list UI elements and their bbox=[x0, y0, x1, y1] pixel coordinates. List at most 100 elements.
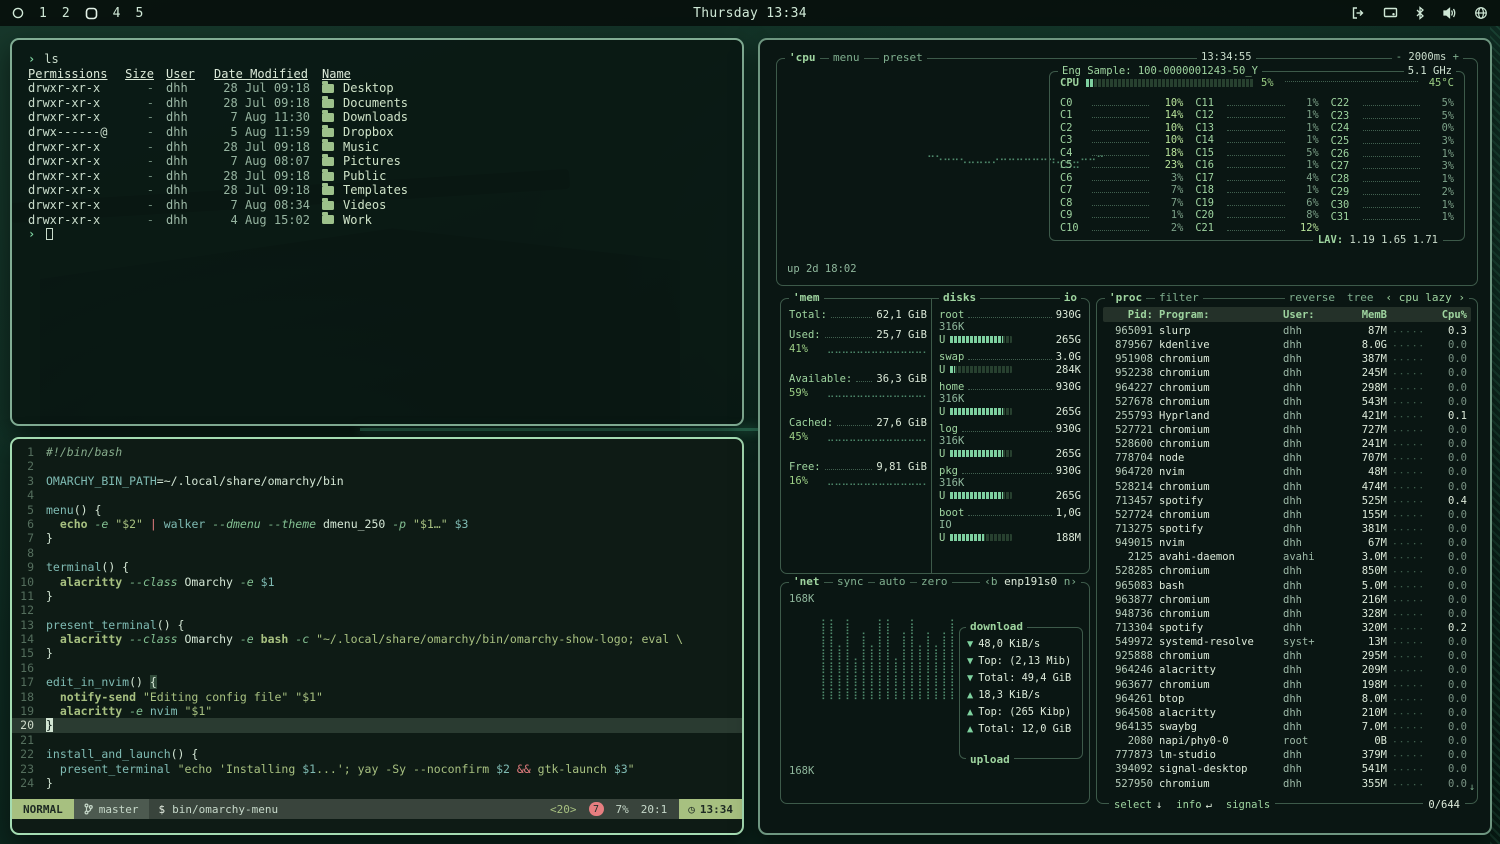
footer-info-button[interactable]: info↵ bbox=[1176, 799, 1212, 811]
disk-used-value: 188M bbox=[1056, 532, 1081, 544]
core-percent: 7% bbox=[1153, 184, 1183, 196]
ls-name[interactable]: Documents bbox=[322, 96, 726, 111]
process-row[interactable]: 527721chromiumdhh727M⠄⠄⠄⠄⠄⠄⠄0.0 bbox=[1103, 423, 1471, 437]
process-row[interactable]: 925888chromiumdhh295M⠄⠄⠄⠄⠄⠄⠄0.0 bbox=[1103, 649, 1471, 663]
process-pid: 964720 bbox=[1107, 466, 1153, 478]
process-name: chromium bbox=[1159, 481, 1277, 493]
process-row[interactable]: 949015nvimdhh67M⠄⠄⠄⠄⠄⠄⠄0.0 bbox=[1103, 536, 1471, 550]
process-row[interactable]: 549972systemd-resolvesyst+13M⠄⠄⠄⠄⠄⠄⠄0.0 bbox=[1103, 635, 1471, 649]
ls-row: drwxr-xr-x-dhh28 Jul 09:18Music bbox=[28, 140, 726, 155]
screenshare-icon[interactable] bbox=[1383, 6, 1398, 20]
reverse-button[interactable]: reverse bbox=[1289, 291, 1335, 304]
workspace-5[interactable]: 5 bbox=[135, 6, 143, 21]
process-cpu: 0.0 bbox=[1433, 537, 1467, 549]
process-row[interactable]: 527950chromiumdhh355M⠄⠄⠄⠄⠄⠄⠄0.0 bbox=[1103, 777, 1471, 791]
interval-decrease-button[interactable]: - bbox=[1396, 51, 1402, 63]
ls-name[interactable]: Music bbox=[322, 140, 726, 155]
footer-select-button[interactable]: select↓ bbox=[1114, 799, 1162, 811]
btop-window[interactable]: 'cpu menu preset 13:34:55 - 2000ms + ⠉⠑⠒… bbox=[758, 38, 1492, 835]
disk-name: home bbox=[939, 381, 964, 393]
process-row[interactable]: 964508alacrittydhh210M⠄⠄⠄⠄⠄⠄⠄0.0 bbox=[1103, 706, 1471, 720]
mem-box-title[interactable]: 'mem bbox=[789, 291, 824, 304]
process-row[interactable]: 713304spotifydhh320M⠄⠄⠄⠄⠄⠄⠄0.2 bbox=[1103, 621, 1471, 635]
tree-button[interactable]: tree bbox=[1347, 291, 1374, 304]
code-area[interactable]: 1#!/bin/bash2 3OMARCHY_BIN_PATH=~/.local… bbox=[12, 445, 742, 799]
footer-signals-button[interactable]: signals bbox=[1226, 799, 1270, 811]
logout-icon[interactable] bbox=[1351, 6, 1366, 20]
net-sync-button[interactable]: sync bbox=[833, 575, 868, 588]
proc-box-title[interactable]: 'proc bbox=[1105, 291, 1146, 304]
process-row[interactable]: 2125avahi-daemonavahi3.0M⠄⠄⠄⠄⠄⠄⠄0.0 bbox=[1103, 550, 1471, 564]
clock[interactable]: Thursday 13:34 bbox=[420, 6, 1080, 21]
cpu-box-title[interactable]: 'cpu bbox=[785, 51, 820, 64]
process-row[interactable]: 527724chromiumdhh155M⠄⠄⠄⠄⠄⠄⠄0.0 bbox=[1103, 508, 1471, 522]
process-row[interactable]: 713275spotifydhh381M⠄⠄⠄⠄⠄⠄⠄0.0 bbox=[1103, 522, 1471, 536]
process-cpu: 0.0 bbox=[1433, 679, 1467, 691]
terminal-cursor bbox=[46, 228, 53, 240]
io-title[interactable]: io bbox=[1060, 291, 1081, 304]
process-row[interactable]: 964135swaybgdhh7.0M⠄⠄⠄⠄⠄⠄⠄0.0 bbox=[1103, 720, 1471, 734]
process-row[interactable]: 951908chromiumdhh387M⠄⠄⠄⠄⠄⠄⠄0.0 bbox=[1103, 352, 1471, 366]
process-row[interactable]: 964261btopdhh8.0M⠄⠄⠄⠄⠄⠄⠄0.0 bbox=[1103, 692, 1471, 706]
net-interface-selector[interactable]: ‹b enp191s0 n› bbox=[980, 575, 1081, 588]
scroll-down-icon[interactable]: ↓ bbox=[1469, 782, 1475, 793]
process-row[interactable]: 713457spotifydhh525M⠄⠄⠄⠄⠄⠄⠄0.4 bbox=[1103, 494, 1471, 508]
workspace-active-icon[interactable] bbox=[85, 7, 98, 20]
process-row[interactable]: 528214chromiumdhh474M⠄⠄⠄⠄⠄⠄⠄0.0 bbox=[1103, 480, 1471, 494]
process-row[interactable]: 965083bashdhh5.0M⠄⠄⠄⠄⠄⠄⠄0.0 bbox=[1103, 579, 1471, 593]
ls-name[interactable]: Videos bbox=[322, 198, 726, 213]
disks-title[interactable]: disks bbox=[939, 291, 980, 304]
workspace-1[interactable]: 1 bbox=[39, 6, 47, 21]
process-row[interactable]: 963677chromiumdhh198M⠄⠄⠄⠄⠄⠄⠄0.0 bbox=[1103, 678, 1471, 692]
sort-selector[interactable]: ‹ cpu lazy › bbox=[1386, 291, 1465, 304]
ls-user: dhh bbox=[166, 213, 202, 228]
core-percent: 1% bbox=[1424, 173, 1454, 185]
filter-button[interactable]: filter bbox=[1155, 291, 1203, 304]
process-row[interactable]: 2080napi/phy0-0root0B⠄⠄⠄⠄⠄⠄⠄0.0 bbox=[1103, 734, 1471, 748]
ls-name[interactable]: Downloads bbox=[322, 110, 726, 125]
process-row[interactable]: 528285chromiumdhh850M⠄⠄⠄⠄⠄⠄⠄0.0 bbox=[1103, 564, 1471, 578]
process-row[interactable]: 963877chromiumdhh216M⠄⠄⠄⠄⠄⠄⠄0.0 bbox=[1103, 593, 1471, 607]
interval-increase-button[interactable]: + bbox=[1453, 51, 1459, 63]
process-row[interactable]: 964246alacrittydhh209M⠄⠄⠄⠄⠄⠄⠄0.0 bbox=[1103, 663, 1471, 677]
process-row[interactable]: 528600chromiumdhh241M⠄⠄⠄⠄⠄⠄⠄0.0 bbox=[1103, 437, 1471, 451]
process-row[interactable]: 527678chromiumdhh543M⠄⠄⠄⠄⠄⠄⠄0.0 bbox=[1103, 395, 1471, 409]
disk-entry: boot1,0GIOU188M bbox=[939, 507, 1081, 544]
process-row[interactable]: 964720nvimdhh48M⠄⠄⠄⠄⠄⠄⠄0.0 bbox=[1103, 465, 1471, 479]
ls-name[interactable]: Desktop bbox=[322, 81, 726, 96]
ls-name[interactable]: Dropbox bbox=[322, 125, 726, 140]
process-row[interactable]: 394092signal-desktopdhh541M⠄⠄⠄⠄⠄⠄⠄0.0 bbox=[1103, 762, 1471, 776]
code-text: echo -e "$2" | walker --dmenu --theme dm… bbox=[46, 517, 468, 531]
net-auto-button[interactable]: auto bbox=[875, 575, 910, 588]
process-cpu: 0.3 bbox=[1433, 325, 1467, 337]
process-row[interactable]: 948736chromiumdhh328M⠄⠄⠄⠄⠄⠄⠄0.0 bbox=[1103, 607, 1471, 621]
process-name: avahi-daemon bbox=[1159, 551, 1277, 563]
process-row[interactable]: 879567kdenlivedhh8.0G⠄⠄⠄⠄⠄⠄⠄0.0 bbox=[1103, 338, 1471, 352]
process-row[interactable]: 778704nodedhh707M⠄⠄⠄⠄⠄⠄⠄0.0 bbox=[1103, 451, 1471, 465]
bluetooth-icon[interactable] bbox=[1415, 6, 1425, 20]
cpu-core: C235% bbox=[1331, 110, 1454, 123]
ls-user: dhh bbox=[166, 183, 202, 198]
net-zero-button[interactable]: zero bbox=[917, 575, 952, 588]
ls-name[interactable]: Templates bbox=[322, 183, 726, 198]
ls-name[interactable]: Work bbox=[322, 213, 726, 228]
preset-button[interactable]: preset bbox=[879, 51, 927, 64]
volume-icon[interactable] bbox=[1442, 6, 1457, 20]
workspace-4[interactable]: 4 bbox=[113, 6, 121, 21]
terminal-window[interactable]: ›ls Permissions Size User Date Modified … bbox=[10, 38, 744, 426]
process-row[interactable]: 952238chromiumdhh245M⠄⠄⠄⠄⠄⠄⠄0.0 bbox=[1103, 366, 1471, 380]
launcher-circle-icon[interactable] bbox=[12, 7, 24, 19]
process-row[interactable]: 255793Hyprlanddhh421M⠄⠄⠄⠄⠄⠄⠄0.1 bbox=[1103, 409, 1471, 423]
process-row[interactable]: 964227chromiumdhh298M⠄⠄⠄⠄⠄⠄⠄0.0 bbox=[1103, 381, 1471, 395]
process-row[interactable]: 777873lm-studiodhh379M⠄⠄⠄⠄⠄⠄⠄0.0 bbox=[1103, 748, 1471, 762]
shell-prompt-empty[interactable]: › bbox=[28, 227, 726, 242]
editor-window[interactable]: 1#!/bin/bash2 3OMARCHY_BIN_PATH=~/.local… bbox=[10, 437, 744, 835]
ls-name[interactable]: Pictures bbox=[322, 154, 726, 169]
folder-icon bbox=[322, 99, 334, 108]
process-row[interactable]: 965091slurpdhh87M⠄⠄⠄⠄⠄⠄⠄0.3 bbox=[1103, 324, 1471, 338]
net-box-title[interactable]: 'net bbox=[789, 575, 824, 588]
menu-button[interactable]: menu bbox=[829, 51, 864, 64]
ls-name[interactable]: Public bbox=[322, 169, 726, 184]
globe-icon[interactable] bbox=[1474, 6, 1488, 20]
workspace-2[interactable]: 2 bbox=[62, 6, 70, 21]
